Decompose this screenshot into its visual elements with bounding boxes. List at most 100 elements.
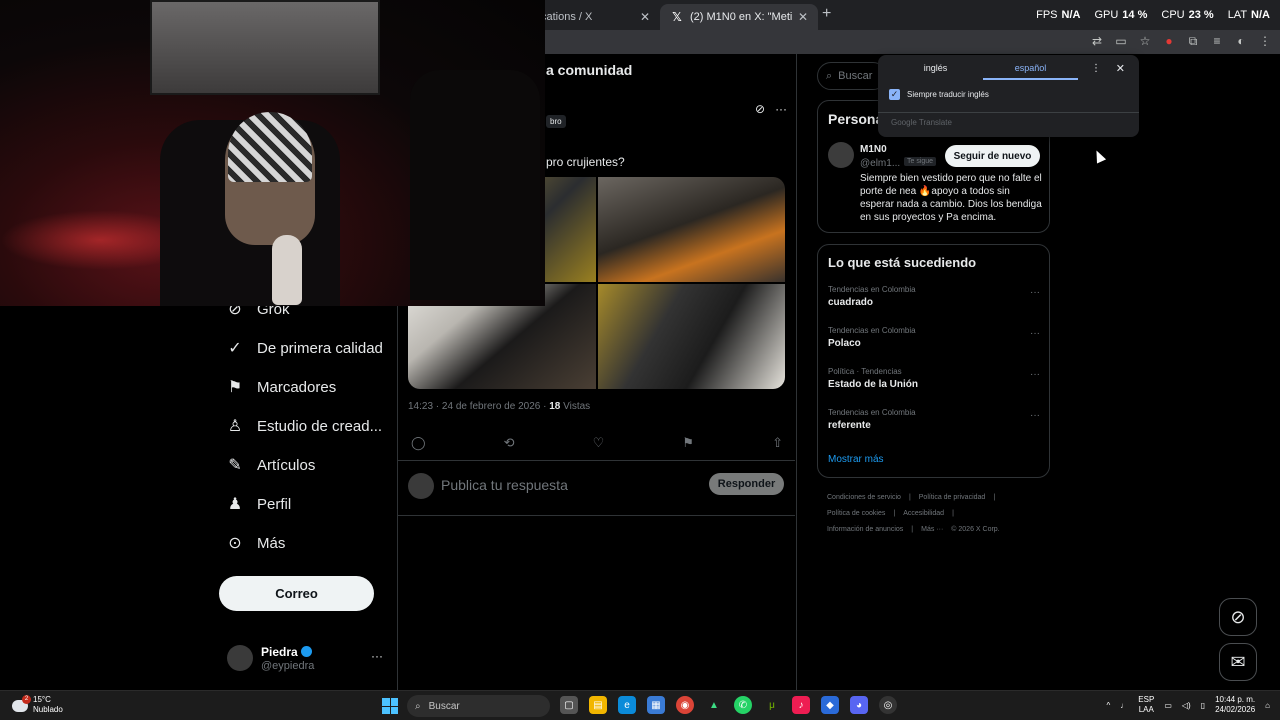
tab-title: tifications / X xyxy=(530,11,593,23)
trend-item[interactable]: Tendencias en Colombia referente ··· xyxy=(828,408,1040,431)
footer-link[interactable]: Política de privacidad xyxy=(919,494,986,501)
avatar xyxy=(227,645,253,671)
taskbar-search[interactable]: ⌕ Buscar xyxy=(407,695,550,717)
extensions-icon[interactable]: ⧉ xyxy=(1186,34,1200,48)
cpu-stat: CPU 23 % xyxy=(1161,9,1214,21)
lat-stat: LAT N/A xyxy=(1227,9,1270,21)
mouse-cursor-icon xyxy=(1091,148,1107,164)
trends-card: Lo que está sucediendo Tendencias en Col… xyxy=(817,244,1050,478)
volume-icon[interactable]: ◁) xyxy=(1182,701,1191,710)
language-indicator[interactable]: ESP LAA xyxy=(1138,695,1154,715)
footer-link[interactable]: Información de anuncios xyxy=(827,526,903,533)
footer-link[interactable]: Condiciones de servicio xyxy=(827,494,901,501)
close-icon[interactable]: ✕ xyxy=(1116,62,1125,75)
tab-target-language[interactable]: español xyxy=(983,63,1078,80)
media-control-icon[interactable]: ≡ xyxy=(1210,34,1224,48)
clock[interactable]: 10:44 p. m. 24/02/2026 xyxy=(1215,695,1255,715)
network-icon[interactable]: ▭ xyxy=(1164,701,1172,710)
extension-red-icon[interactable]: ● xyxy=(1162,34,1176,48)
more-dots-icon[interactable]: ··· xyxy=(1030,328,1040,339)
search-input[interactable]: ⌕ Buscar xyxy=(817,62,887,90)
battery-icon[interactable]: ▯ xyxy=(1201,701,1205,710)
account-name: Piedra xyxy=(261,645,312,659)
more-dots-icon[interactable]: ··· xyxy=(1030,369,1040,380)
show-more-link[interactable]: Mostrar más xyxy=(828,454,884,465)
microphone-icon[interactable]: ♩ xyxy=(1120,701,1128,710)
file-explorer-icon[interactable]: ▤ xyxy=(589,696,607,714)
search-icon: ⌕ xyxy=(415,700,421,712)
bookmark-icon[interactable]: ⚑ xyxy=(682,435,694,451)
translate-icon[interactable]: ⇄ xyxy=(1090,34,1104,48)
follow-back-button[interactable]: Seguir de nuevo xyxy=(945,145,1040,167)
trend-item[interactable]: Política · Tendencias Estado de la Unión… xyxy=(828,367,1040,390)
install-app-icon[interactable]: ▭ xyxy=(1114,34,1128,48)
avatar[interactable] xyxy=(828,142,854,168)
weather-widget[interactable]: 2 15°C Nublado xyxy=(12,695,63,715)
messages-fab[interactable]: ✉ xyxy=(1219,643,1257,681)
weather-desc: Nublado xyxy=(33,705,63,714)
menu-kebab-icon[interactable]: ⋮ xyxy=(1258,34,1272,48)
tab-source-language[interactable]: inglés xyxy=(888,63,983,80)
close-icon[interactable]: ✕ xyxy=(640,10,650,24)
always-translate-checkbox[interactable]: ✓ xyxy=(889,89,900,100)
edge-icon[interactable]: e xyxy=(618,696,636,714)
nav-item-more[interactable]: ⊙ Más xyxy=(226,534,285,553)
creator-studio-icon: ♙ xyxy=(227,418,243,435)
new-tab-icon[interactable]: + xyxy=(822,5,831,23)
fps-stat: FPS N/A xyxy=(1036,9,1081,21)
store-icon[interactable]: ▦ xyxy=(647,696,665,714)
divider xyxy=(878,112,1139,113)
more-dots-icon[interactable]: ··· xyxy=(775,102,787,116)
repost-icon[interactable]: ⟲ xyxy=(504,435,515,451)
user-name[interactable]: M1N0 xyxy=(860,144,887,155)
nav-item-articles[interactable]: ✎ Artículos xyxy=(226,456,315,475)
app-triangle-icon[interactable]: ▲ xyxy=(705,696,723,714)
start-button[interactable] xyxy=(382,698,398,714)
trend-item[interactable]: Tendencias en Colombia cuadrado ··· xyxy=(828,285,1040,308)
star-icon[interactable]: ☆ xyxy=(1138,34,1152,48)
more-dots-icon[interactable]: ··· xyxy=(371,649,383,663)
whatsapp-icon[interactable]: ✆ xyxy=(734,696,752,714)
app-blue-icon[interactable]: ◆ xyxy=(821,696,839,714)
copyright: © 2026 X Corp. xyxy=(951,526,1000,533)
trend-item[interactable]: Tendencias en Colombia Polaco ··· xyxy=(828,326,1040,349)
notifications-icon[interactable]: ⌂ xyxy=(1265,701,1270,710)
discord-icon[interactable]: ◕ xyxy=(850,696,868,714)
post-photo[interactable] xyxy=(597,177,785,282)
nav-item-bookmarks[interactable]: ⚑ Marcadores xyxy=(226,378,337,397)
reply-icon[interactable]: ◯ xyxy=(411,435,426,451)
nav-item-profile[interactable]: ♟ Perfil xyxy=(226,495,291,514)
task-view-icon[interactable]: ▢ xyxy=(560,696,578,714)
grok-fab[interactable]: ⊘ xyxy=(1219,598,1257,636)
footer-separator: | xyxy=(911,526,914,533)
more-dots-icon[interactable]: ··· xyxy=(1030,287,1040,298)
footer-link[interactable]: Política de cookies xyxy=(827,510,885,517)
post-actions: ◯ ⟲ ♡ ⚑ ⇧ xyxy=(411,435,783,451)
tiktok-icon[interactable]: ♪ xyxy=(792,696,810,714)
post-photo[interactable] xyxy=(597,284,785,389)
bookmark-icon: ⚑ xyxy=(227,379,243,396)
tab-post[interactable]: 𝕏 (2) M1N0 en X: "Metiendo peli ✕ xyxy=(660,4,818,30)
post-button[interactable]: Correo xyxy=(219,576,374,611)
nav-item-creator-studio[interactable]: ♙ Estudio de cread... xyxy=(226,417,382,436)
account-switcher[interactable]: Piedra @eypiedra ··· xyxy=(227,643,387,675)
utorrent-icon[interactable]: μ xyxy=(763,696,781,714)
nav-label: Marcadores xyxy=(257,378,337,396)
grok-icon[interactable]: ⊘ xyxy=(755,102,765,116)
profile-avatar-icon[interactable]: ◐ xyxy=(1234,34,1248,48)
close-icon[interactable]: ✕ xyxy=(798,10,808,24)
chrome-icon[interactable]: ◉ xyxy=(676,696,694,714)
chevron-up-icon[interactable]: ^ xyxy=(1107,701,1111,710)
like-icon[interactable]: ♡ xyxy=(593,435,605,451)
nav-item-premium[interactable]: ✓ De primera calidad xyxy=(226,339,383,358)
menu-kebab-icon[interactable]: ⋮ xyxy=(1091,63,1101,74)
footer-link[interactable]: Más ··· xyxy=(921,526,943,533)
obs-icon[interactable]: ◎ xyxy=(879,696,897,714)
reply-button[interactable]: Responder xyxy=(709,473,784,495)
more-dots-icon[interactable]: ··· xyxy=(1030,410,1040,421)
share-icon[interactable]: ⇧ xyxy=(772,435,783,451)
gpu-stat: GPU 14 % xyxy=(1094,9,1148,21)
footer-link[interactable]: Accesibilidad xyxy=(903,510,944,517)
reply-input[interactable]: Publica tu respuesta xyxy=(441,477,568,493)
community-title[interactable]: a comunidad xyxy=(546,62,632,78)
